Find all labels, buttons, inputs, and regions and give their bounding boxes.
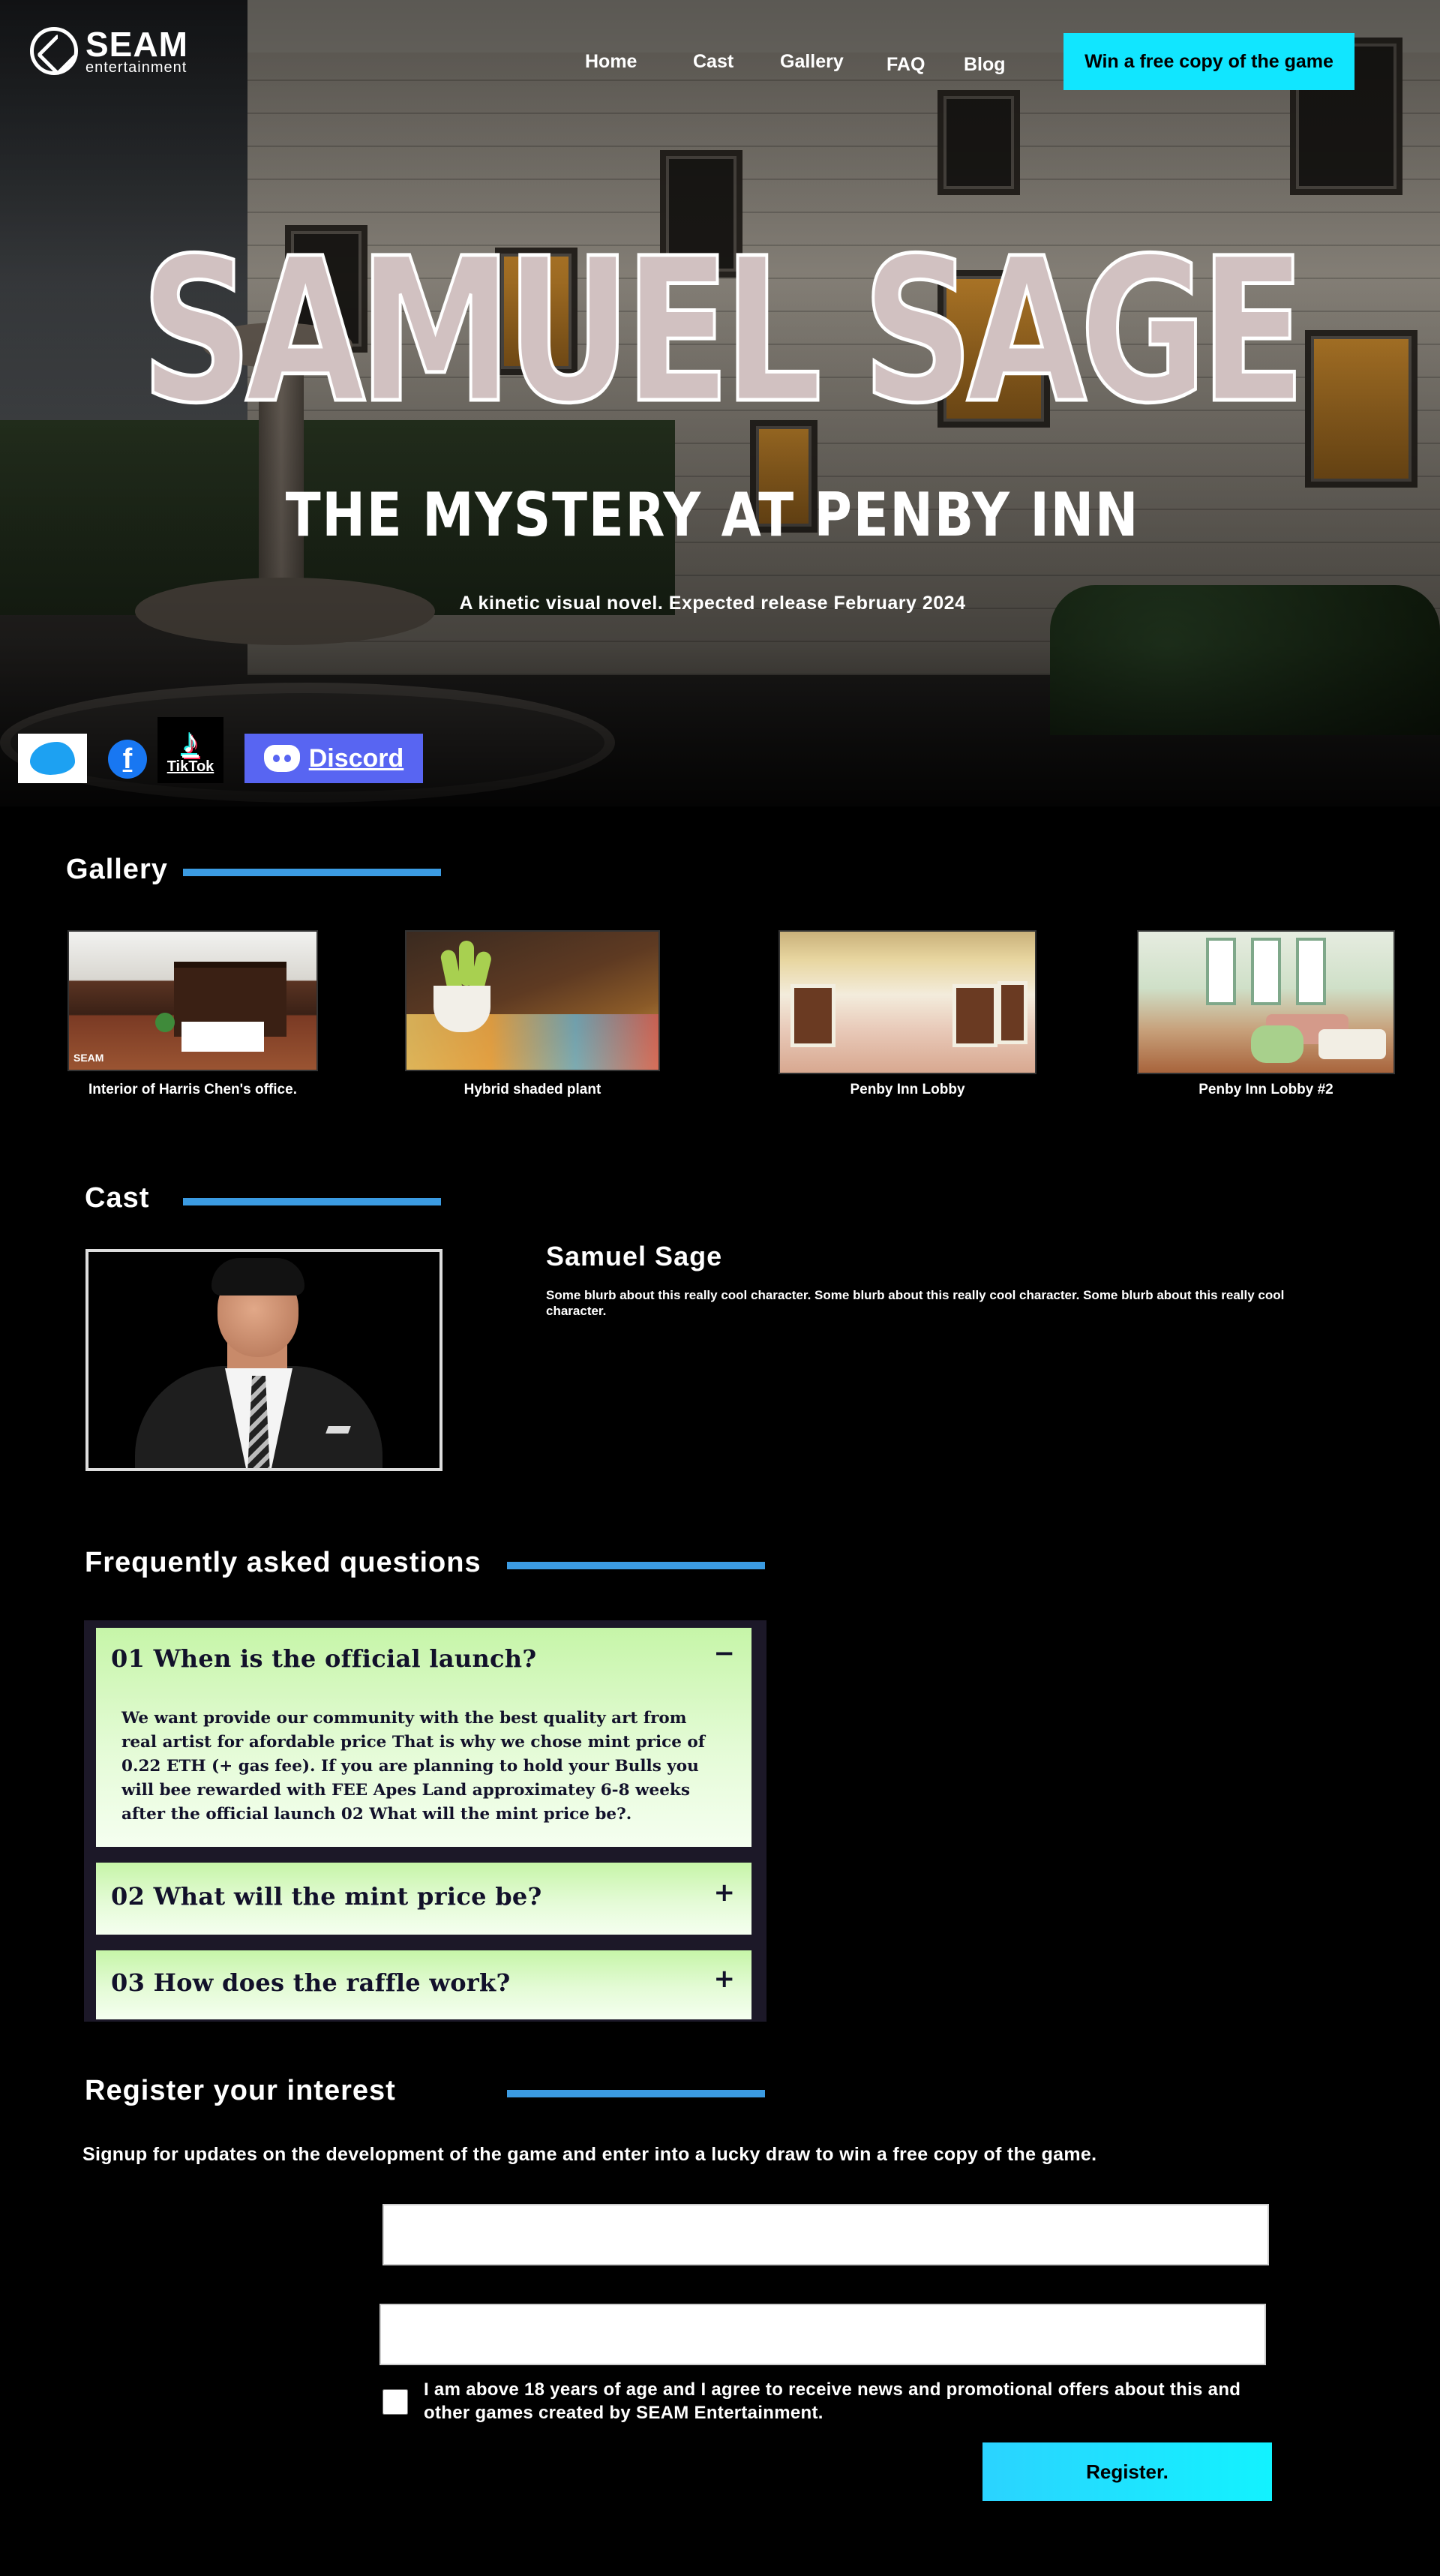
nav-home[interactable]: Home <box>585 51 637 73</box>
cast-portrait-samuel-sage[interactable] <box>86 1249 442 1471</box>
register-heading-bar <box>507 2090 765 2097</box>
tiktok-link[interactable]: ♪ TikTok <box>158 717 224 783</box>
gallery-image-office[interactable]: SEAM <box>68 930 318 1071</box>
facebook-icon: f <box>122 743 133 775</box>
gallery-caption: Hybrid shaded plant <box>464 1082 602 1097</box>
gallery-heading-bar <box>183 869 441 876</box>
game-subtitle: THE MYSTERY AT PENBY INN <box>285 480 1140 550</box>
twitter-icon <box>30 742 75 775</box>
gallery-image-plant[interactable] <box>405 930 660 1071</box>
consent-checkbox[interactable] <box>382 2388 408 2416</box>
faq-question[interactable]: 03 How does the raffle work? <box>111 1968 511 1997</box>
faq-answer: We want provide our community with the b… <box>122 1709 706 1824</box>
brand-name: SEAM <box>86 25 188 64</box>
tiktok-icon: ♪ <box>182 722 199 760</box>
nav-blog[interactable]: Blog <box>964 54 1006 76</box>
faq-question[interactable]: 02 What will the mint price be? <box>111 1882 542 1911</box>
cast-member-name: Samuel Sage <box>546 1241 723 1271</box>
collapse-icon[interactable]: − <box>714 1638 736 1668</box>
nav-cast[interactable]: Cast <box>693 51 734 73</box>
gallery-heading: Gallery <box>66 854 168 885</box>
expand-icon[interactable]: + <box>714 1878 736 1908</box>
nav-faq[interactable]: FAQ <box>886 54 925 76</box>
register-button[interactable]: Register. <box>982 2442 1272 2501</box>
seam-watermark: SEAM <box>74 1052 104 1064</box>
register-name-field[interactable] <box>382 2204 1269 2265</box>
faq-heading-bar <box>507 1562 765 1569</box>
discord-label: Discord <box>308 743 404 773</box>
faq-item-3[interactable]: 03 How does the raffle work? + <box>96 1950 752 2019</box>
brand-sub: entertainment <box>86 59 188 76</box>
nav-gallery[interactable]: Gallery <box>780 51 844 73</box>
register-heading: Register your interest <box>85 2075 396 2106</box>
win-free-copy-button[interactable]: Win a free copy of the game <box>1064 33 1354 90</box>
hero-banner: SEAM entertainment Home Cast Gallery FAQ… <box>0 0 1440 806</box>
faq-item-1[interactable]: 01 When is the official launch? − We wan… <box>96 1628 752 1847</box>
twitter-link[interactable] <box>18 734 87 783</box>
gallery-caption: Interior of Harris Chen's office. <box>88 1082 297 1097</box>
gallery-caption: Penby Inn Lobby #2 <box>1198 1082 1334 1097</box>
discord-icon <box>263 745 300 772</box>
tiktok-label: TikTok <box>166 758 214 775</box>
gallery-image-lobby-2[interactable] <box>1137 930 1395 1074</box>
seam-logo-icon <box>30 27 78 75</box>
faq-item-2[interactable]: 02 What will the mint price be? + <box>96 1863 752 1935</box>
faq-heading: Frequently asked questions <box>85 1547 482 1578</box>
expand-icon[interactable]: + <box>714 1964 736 1994</box>
register-email-field[interactable] <box>380 2304 1266 2365</box>
discord-link[interactable]: Discord <box>244 734 423 783</box>
facebook-link[interactable]: f <box>108 740 147 779</box>
gallery-caption: Penby Inn Lobby <box>850 1082 965 1097</box>
game-title: SAMUEL SAGE <box>140 216 1307 447</box>
cast-heading-bar <box>183 1198 441 1205</box>
consent-label: I am above 18 years of age and I agree t… <box>424 2379 1241 2423</box>
cast-member-bio: Some blurb about this really cool charac… <box>546 1288 1285 1319</box>
gallery-image-lobby[interactable] <box>778 930 1036 1074</box>
cast-heading: Cast <box>85 1182 150 1214</box>
faq-question[interactable]: 01 When is the official launch? <box>111 1644 536 1673</box>
release-tagline: A kinetic visual novel. Expected release… <box>459 593 966 614</box>
register-description: Signup for updates on the development of… <box>82 2144 1097 2165</box>
seam-logo[interactable]: SEAM entertainment <box>30 27 188 75</box>
